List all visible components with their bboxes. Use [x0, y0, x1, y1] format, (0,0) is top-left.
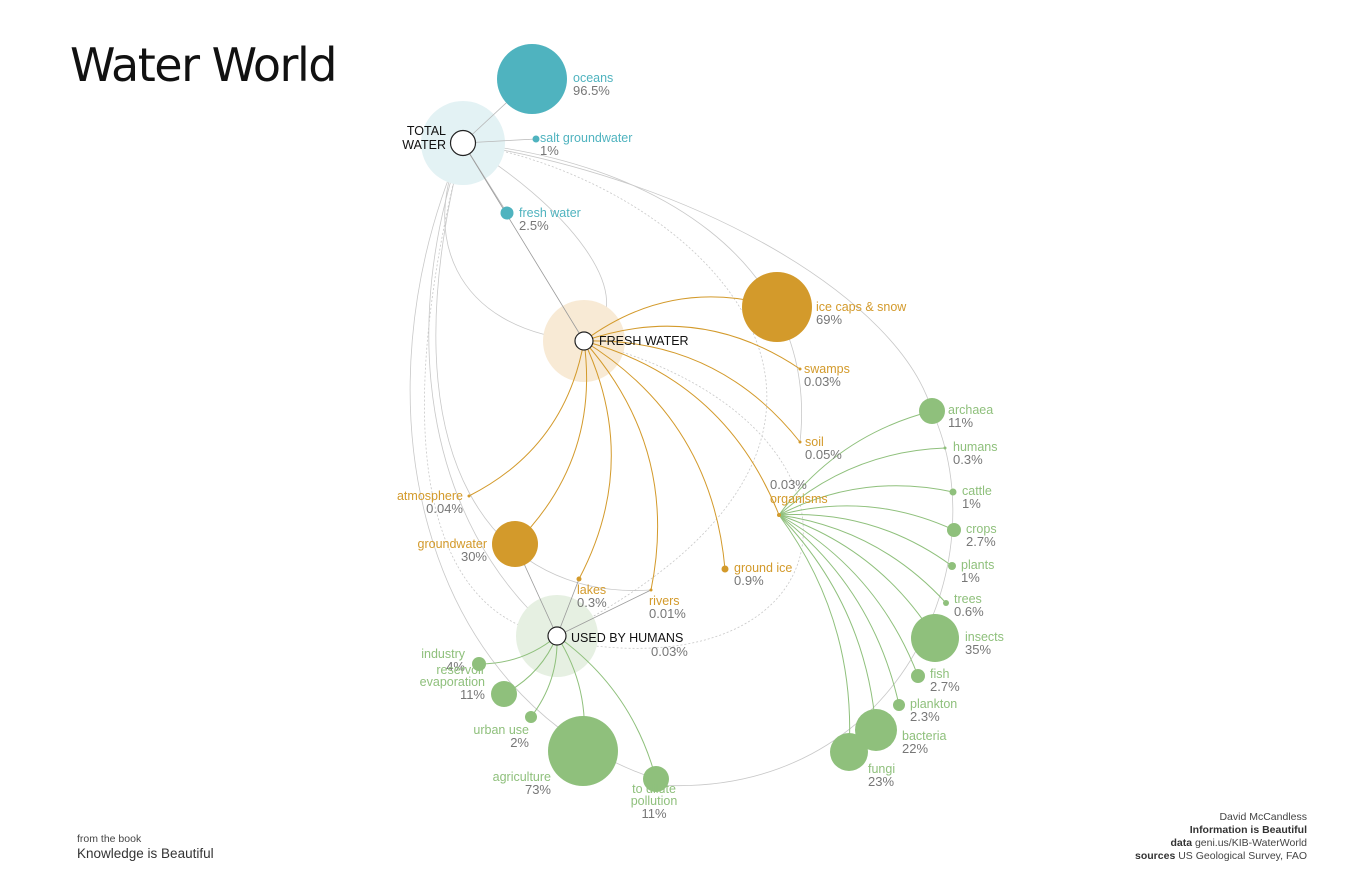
total-water-label: TOTAL	[407, 124, 446, 138]
atmosphere-value: 0.04%	[426, 501, 463, 516]
used-by-humans-value: 0.03%	[651, 644, 688, 659]
sources-line: sources US Geological Survey, FAO	[1135, 850, 1307, 863]
book-credit-title: Knowledge is Beautiful	[77, 846, 214, 861]
agriculture-bubble	[548, 716, 618, 786]
guide-arc	[462, 142, 933, 412]
plankton-value: 2.3%	[910, 709, 940, 724]
bacteria-link	[778, 514, 877, 731]
crops-link	[778, 505, 955, 531]
oceans-value: 96.5%	[573, 83, 610, 98]
swamps-bubble	[798, 367, 802, 371]
fresh-water-share-bubble	[500, 206, 514, 220]
water-world-diagram: TOTALWATERFRESH WATERUSED BY HUMANS0.03%…	[397, 44, 1004, 821]
total-water-to-fresh-water-link	[462, 142, 585, 342]
fresh-water-hub	[574, 331, 594, 351]
soil-bubble	[798, 440, 802, 444]
humans-bubble	[943, 446, 947, 450]
fungi-bubble	[830, 733, 868, 771]
plankton-bubble	[893, 699, 905, 711]
data-line: data geni.us/KIB-WaterWorld	[1135, 837, 1307, 850]
data-label: data	[1170, 837, 1193, 849]
guide-arcs	[409, 142, 954, 787]
archaea-value: 11%	[948, 415, 973, 430]
total-water-hub	[449, 129, 477, 157]
soil-value: 0.05%	[805, 447, 842, 462]
organisms-value: 0.03%	[770, 477, 807, 492]
sources-label: sources	[1135, 850, 1176, 862]
agriculture-value: 73%	[525, 782, 551, 797]
sources-value: US Geological Survey, FAO	[1178, 850, 1307, 862]
salt-groundwater-bubble	[532, 135, 540, 143]
fish-value: 2.7%	[930, 679, 960, 694]
insects-value: 35%	[965, 642, 991, 657]
ice-caps-snow-bubble	[742, 272, 812, 342]
source-credits: David McCandless Information is Beautifu…	[1135, 811, 1307, 863]
rivers-bubble	[649, 588, 653, 592]
urban-use-value: 2%	[510, 735, 529, 750]
organisms-bubble	[777, 513, 781, 517]
plants-bubble	[948, 562, 956, 570]
bubbles	[449, 44, 961, 792]
fresh-water-share-value: 2.5%	[519, 218, 549, 233]
groundwater-value: 30%	[461, 549, 487, 564]
crops-value: 2.7%	[966, 534, 996, 549]
reservoir-evaporation-bubble	[491, 681, 517, 707]
humans-value: 0.3%	[953, 452, 983, 467]
insects-bubble	[911, 614, 959, 662]
ground-ice-value: 0.9%	[734, 573, 764, 588]
swamps-value: 0.03%	[804, 374, 841, 389]
total-water-label: WATER	[402, 138, 446, 152]
crops-bubble	[947, 523, 961, 537]
organisms-label: organisms	[770, 492, 828, 506]
trees-bubble	[943, 600, 949, 606]
ground-ice-bubble	[721, 565, 729, 573]
author-name: David McCandless	[1219, 811, 1307, 823]
fungi-value: 23%	[868, 774, 894, 789]
salt-groundwater-value: 1%	[540, 143, 559, 158]
plants-value: 1%	[961, 570, 980, 585]
cattle-bubble	[949, 488, 957, 496]
rivers-value: 0.01%	[649, 606, 686, 621]
connector-lines	[462, 78, 955, 780]
data-link[interactable]: geni.us/KIB-WaterWorld	[1195, 837, 1307, 849]
lakes-bubble	[576, 576, 582, 582]
lakes-value: 0.3%	[577, 595, 607, 610]
archaea-bubble	[919, 398, 945, 424]
plants-link	[778, 514, 953, 567]
reservoir-evaporation-value: 11%	[460, 687, 485, 702]
cattle-value: 1%	[962, 496, 981, 511]
used-by-humans-hub	[547, 626, 567, 646]
oceans-bubble	[497, 44, 567, 114]
book-name: Information is Beautiful	[1189, 824, 1307, 836]
book-credit: from the book Knowledge is Beautiful	[77, 833, 214, 862]
groundwater-bubble	[492, 521, 538, 567]
atmosphere-bubble	[467, 494, 471, 498]
used-by-humans-label: USED BY HUMANS	[571, 631, 683, 645]
to-dilute-pollution-value: 11%	[641, 806, 666, 821]
fresh-water-label: FRESH WATER	[599, 334, 689, 348]
plankton-link	[778, 514, 900, 706]
urban-use-bubble	[525, 711, 537, 723]
book-credit-lead: from the book	[77, 833, 142, 845]
bacteria-value: 22%	[902, 741, 928, 756]
trees-link	[778, 514, 947, 604]
fish-bubble	[911, 669, 925, 683]
fungi-link	[778, 514, 851, 753]
trees-value: 0.6%	[954, 604, 984, 619]
ice-caps-snow-value: 69%	[816, 312, 842, 327]
